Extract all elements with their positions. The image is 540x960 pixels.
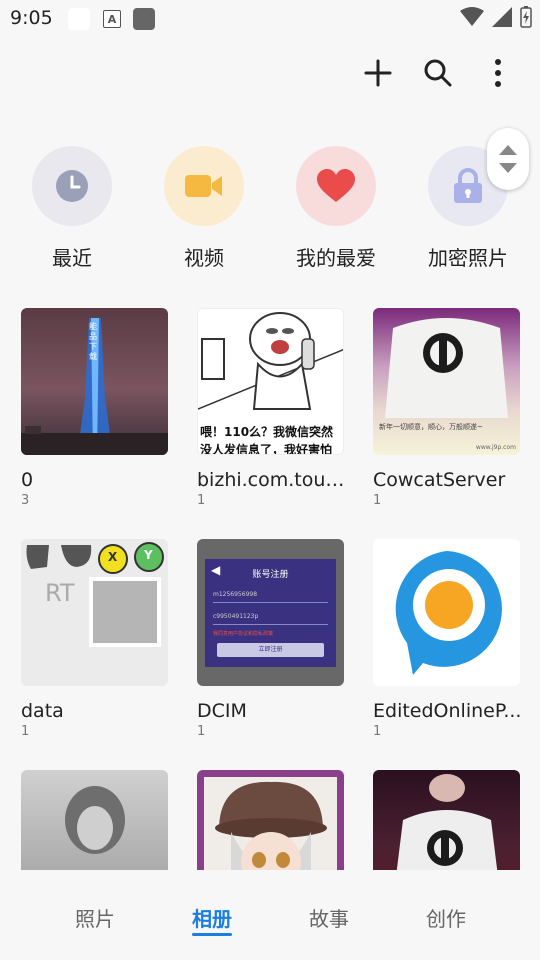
video-icon bbox=[185, 175, 222, 197]
album-tile[interactable]: 新年一切顺意，顺心，万般顺遂~ www.j9p.com CowcatServer… bbox=[373, 308, 521, 508]
album-name: DCIM bbox=[197, 700, 247, 722]
category-recent[interactable]: 最近 bbox=[27, 146, 117, 271]
notification-icon bbox=[68, 8, 90, 30]
divider bbox=[213, 602, 328, 603]
album-thumbnail bbox=[373, 770, 520, 870]
album-grid: 能品下载 0 3 喂！110么？我微信突然 没人发信息了，我好害怕 bizhi.… bbox=[0, 308, 540, 870]
rt-label: RT bbox=[45, 579, 75, 607]
arrow-down-icon bbox=[499, 163, 517, 173]
register-agree: 我同意用户协议和隐私政策 bbox=[213, 631, 274, 637]
arrow-up-icon bbox=[499, 145, 517, 155]
album-name: bizhi.com.touxi... bbox=[197, 469, 347, 491]
album-tile[interactable] bbox=[197, 770, 345, 870]
tab-albums[interactable]: 相册 bbox=[192, 903, 232, 936]
meme-caption-line2: 没人发信息了，我好害怕 bbox=[200, 443, 333, 455]
album-count: 1 bbox=[21, 724, 30, 739]
register-button: 立即注册 bbox=[217, 643, 324, 657]
cowcat-image bbox=[385, 318, 508, 418]
album-name: EditedOnlineP... bbox=[373, 700, 522, 722]
album-name: 0 bbox=[21, 469, 34, 491]
album-tile[interactable] bbox=[373, 770, 521, 870]
app-notification-icon bbox=[133, 8, 155, 30]
album-count: 3 bbox=[21, 493, 30, 508]
heart-icon bbox=[317, 169, 355, 202]
divider bbox=[213, 624, 328, 625]
more-vert-icon bbox=[495, 59, 501, 87]
album-count: 1 bbox=[373, 724, 382, 739]
fast-scroll-handle[interactable] bbox=[487, 128, 529, 190]
lock-icon bbox=[454, 168, 482, 203]
favorites-circle bbox=[296, 146, 376, 226]
tab-create[interactable]: 创作 bbox=[426, 903, 466, 932]
album-thumbnail: 新年一切顺意，顺心，万般顺遂~ www.j9p.com bbox=[373, 308, 520, 455]
album-tile[interactable]: X Y RT data 1 bbox=[21, 539, 169, 739]
clock-icon bbox=[56, 170, 88, 202]
p-logo-image bbox=[395, 551, 502, 675]
cowcat-caption: 新年一切顺意，顺心，万般顺遂~ bbox=[379, 423, 483, 431]
video-circle bbox=[164, 146, 244, 226]
girl-photo-image bbox=[65, 786, 125, 854]
category-favorites[interactable]: 我的最爱 bbox=[291, 146, 381, 271]
font-notification-icon: A bbox=[103, 10, 121, 28]
album-thumbnail bbox=[373, 539, 520, 686]
button-x-text: X bbox=[108, 550, 118, 564]
meme-caption-line1: 喂！110么？我微信突然 bbox=[200, 425, 334, 439]
album-thumbnail: X Y RT bbox=[21, 539, 168, 686]
anime-girl-image bbox=[215, 781, 327, 870]
album-tile[interactable]: EditedOnlineP... 1 bbox=[373, 539, 521, 739]
album-name: CowcatServer bbox=[373, 469, 506, 491]
meme-image bbox=[198, 312, 343, 410]
album-count: 1 bbox=[373, 493, 382, 508]
category-label: 我的最爱 bbox=[296, 246, 376, 270]
album-thumbnail: 喂！110么？我微信突然 没人发信息了，我好害怕 bbox=[197, 308, 344, 455]
search-icon bbox=[424, 59, 452, 87]
album-count: 1 bbox=[197, 724, 206, 739]
register-screenshot: ◀ 账号注册 m1256956998 c9950491123p 我同意用户协议和… bbox=[205, 559, 336, 667]
tab-stories[interactable]: 故事 bbox=[309, 903, 349, 932]
status-bar: 9:05 A bbox=[0, 0, 540, 38]
wifi-icon bbox=[460, 7, 484, 26]
category-video[interactable]: 视频 bbox=[159, 146, 249, 271]
bottom-navigation: 照片 相册 故事 创作 bbox=[0, 870, 540, 960]
signal-icon bbox=[492, 7, 512, 27]
album-thumbnail bbox=[197, 770, 344, 870]
album-tile[interactable]: 能品下载 0 3 bbox=[21, 308, 169, 508]
register-title: 账号注册 bbox=[252, 570, 289, 580]
plus-icon bbox=[364, 59, 392, 87]
search-button[interactable] bbox=[420, 55, 456, 91]
album-thumbnail: 能品下载 bbox=[21, 308, 168, 455]
battery-icon bbox=[520, 6, 532, 28]
category-label: 视频 bbox=[184, 246, 224, 270]
album-thumbnail bbox=[21, 770, 168, 870]
add-album-button[interactable] bbox=[360, 55, 396, 91]
category-label: 加密照片 bbox=[428, 246, 508, 270]
status-time: 9:05 bbox=[10, 7, 53, 29]
album-tile[interactable]: ◀ 账号注册 m1256956998 c9950491123p 我同意用户协议和… bbox=[197, 539, 345, 739]
button-y-text: Y bbox=[144, 548, 153, 562]
register-phone: m1256956998 bbox=[213, 591, 258, 598]
cowcat-site: www.j9p.com bbox=[475, 444, 516, 451]
register-password: c9950491123p bbox=[213, 613, 259, 620]
more-options-button[interactable] bbox=[480, 55, 516, 91]
cowcat-dark-image bbox=[396, 774, 498, 870]
category-label: 最近 bbox=[52, 246, 92, 270]
recent-circle bbox=[32, 146, 112, 226]
tower-sign: 能品下载 bbox=[89, 322, 97, 361]
album-tile[interactable] bbox=[21, 770, 169, 870]
album-thumbnail: ◀ 账号注册 m1256956998 c9950491123p 我同意用户协议和… bbox=[197, 539, 344, 686]
album-name: data bbox=[21, 700, 64, 722]
tab-photos[interactable]: 照片 bbox=[75, 903, 115, 932]
album-tile[interactable]: 喂！110么？我微信突然 没人发信息了，我好害怕 bizhi.com.touxi… bbox=[197, 308, 347, 508]
album-count: 1 bbox=[197, 493, 206, 508]
